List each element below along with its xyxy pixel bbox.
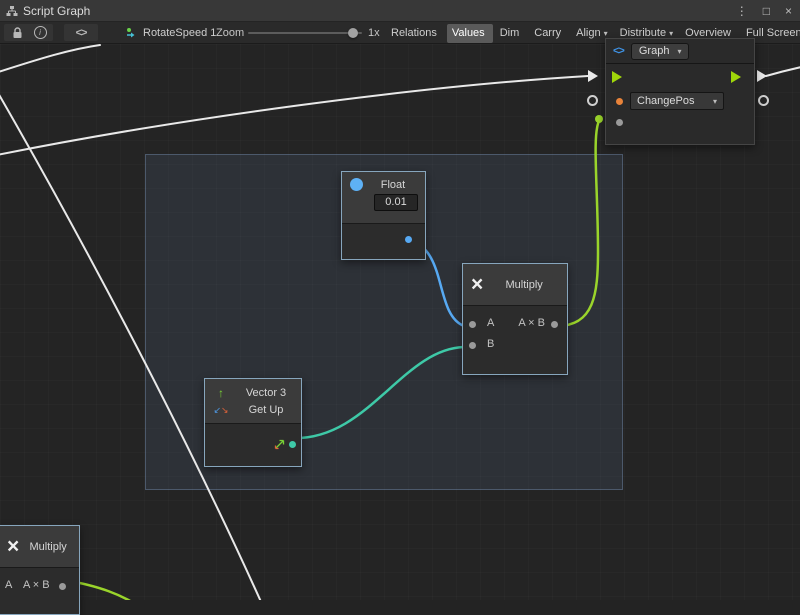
getup-node-ports	[205, 424, 301, 465]
tab-script-graph[interactable]: Script Graph	[0, 0, 100, 21]
multiply-node-ports: A A × B B	[463, 306, 567, 356]
out-arrow-icon: ↘	[221, 405, 229, 415]
chevron-down-icon: ▾	[713, 97, 717, 106]
node-changepos-event[interactable]: <> Graph ▾ ChangePos ▾	[605, 38, 755, 145]
multiply2-node-header: × Multiply	[0, 526, 79, 568]
unity-script-graph-window: { "window": { "title": "Script Graph", "…	[0, 0, 800, 600]
info-icon: i	[34, 26, 47, 39]
getup-node-header: ↑ Vector 3 ↙↘ Get Up	[205, 379, 301, 424]
transform-icon: ↙↘	[211, 404, 231, 416]
port-row-a: A A × B	[0, 576, 79, 597]
float-node-header: Float 0.01	[342, 172, 425, 224]
flow-output-port[interactable]	[731, 71, 741, 83]
getup-output-port[interactable]	[289, 441, 296, 448]
event-secondary-port[interactable]	[616, 119, 623, 126]
graph-dropdown-button[interactable]: Graph ▾	[631, 43, 690, 60]
float-output-port[interactable]	[405, 236, 412, 243]
toolbar-button-dim[interactable]: Dim	[495, 24, 528, 43]
script-graph-icon	[6, 5, 18, 17]
node-subtitle: Get Up	[237, 404, 295, 416]
port-label-out: A × B	[23, 579, 50, 591]
button-label: Carry	[534, 26, 561, 41]
multiply2-output-port[interactable]	[59, 583, 66, 590]
multiply-icon: ×	[7, 536, 19, 557]
graph-dropdown-label: Graph	[639, 45, 670, 57]
flow-arrowhead-left-icon	[588, 70, 598, 82]
kebab-menu-icon[interactable]: ⋮	[736, 0, 748, 22]
port-label-b: B	[487, 338, 494, 350]
zoom-slider-track	[248, 32, 362, 34]
flow-arrowhead-right-icon	[757, 70, 767, 82]
port-label-a: A	[487, 317, 494, 329]
node-vector3-get-up[interactable]: ↑ Vector 3 ↙↘ Get Up	[204, 378, 302, 467]
window-controls: ⋮ □ ×	[736, 0, 792, 22]
zoom-slider-thumb[interactable]	[348, 28, 358, 38]
title-bar: Script Graph ⋮ □ ×	[0, 0, 800, 22]
toolbar-button-carry[interactable]: Carry	[529, 24, 569, 43]
vector3-value-icon	[274, 439, 285, 450]
multiply2-node-ports: A A × B	[0, 568, 79, 597]
unconnected-port-left[interactable]	[587, 95, 598, 106]
multiply-node-header: × Multiply	[463, 264, 567, 306]
window-title: Script Graph	[23, 4, 90, 18]
unconnected-port-right[interactable]	[758, 95, 769, 106]
zoom-label: Zoom	[216, 22, 244, 44]
in-arrow-icon: ↙	[213, 405, 221, 415]
button-label: Dim	[500, 26, 520, 41]
node-float[interactable]: Float 0.01	[341, 171, 426, 260]
float-type-icon	[350, 178, 363, 191]
node-title: Multiply	[25, 541, 71, 553]
button-label: Values	[452, 26, 485, 41]
node-title: Float	[369, 179, 417, 191]
float-node-ports	[342, 224, 425, 259]
node-multiply[interactable]: × Multiply A A × B B	[462, 263, 568, 375]
toolbar-button-values[interactable]: Values	[447, 24, 493, 43]
lock-icon	[12, 27, 23, 39]
button-label: Relations	[391, 26, 437, 41]
multiply-icon: ×	[471, 274, 483, 295]
port-row-b: B	[463, 335, 567, 356]
close-icon[interactable]: ×	[785, 0, 792, 22]
port-row-a: A A × B	[463, 314, 567, 335]
event-node-header: <> Graph ▾	[606, 39, 754, 64]
code-icon: <>	[613, 45, 624, 57]
flow-input-port[interactable]	[612, 71, 622, 83]
maximize-icon[interactable]: □	[763, 0, 770, 22]
float-value-field[interactable]: 0.01	[374, 194, 418, 211]
chevron-down-icon: ▾	[677, 47, 681, 56]
multiply-output-port[interactable]	[551, 321, 558, 328]
toolbar-button-relations[interactable]: Relations	[386, 24, 445, 43]
node-title: Multiply	[489, 279, 559, 291]
event-input-port[interactable]	[616, 98, 623, 105]
script-machine-icon	[126, 27, 138, 39]
node-multiply-2[interactable]: × Multiply A A × B	[0, 525, 80, 615]
code-view-button[interactable]: <>	[64, 24, 98, 41]
node-title: Vector 3	[237, 387, 295, 399]
port-label-a: A	[5, 579, 12, 591]
up-arrow-icon: ↑	[211, 386, 231, 400]
zoom-value: 1x	[368, 22, 380, 44]
graph-reference[interactable]: RotateSpeed 1	[126, 22, 216, 44]
port-label-out: A × B	[518, 317, 545, 329]
changepos-dropdown-value: ChangePos	[637, 95, 695, 107]
info-button[interactable]: i	[27, 24, 53, 41]
zoom-slider[interactable]	[248, 22, 362, 44]
changepos-dropdown[interactable]: ChangePos ▾	[630, 92, 724, 110]
button-label: Align	[576, 26, 600, 41]
multiply-input-a-port[interactable]	[469, 321, 476, 328]
event-value-row: ChangePos ▾	[606, 91, 754, 111]
multiply-input-b-port[interactable]	[469, 342, 476, 349]
graph-reference-label: RotateSpeed 1	[143, 27, 216, 39]
